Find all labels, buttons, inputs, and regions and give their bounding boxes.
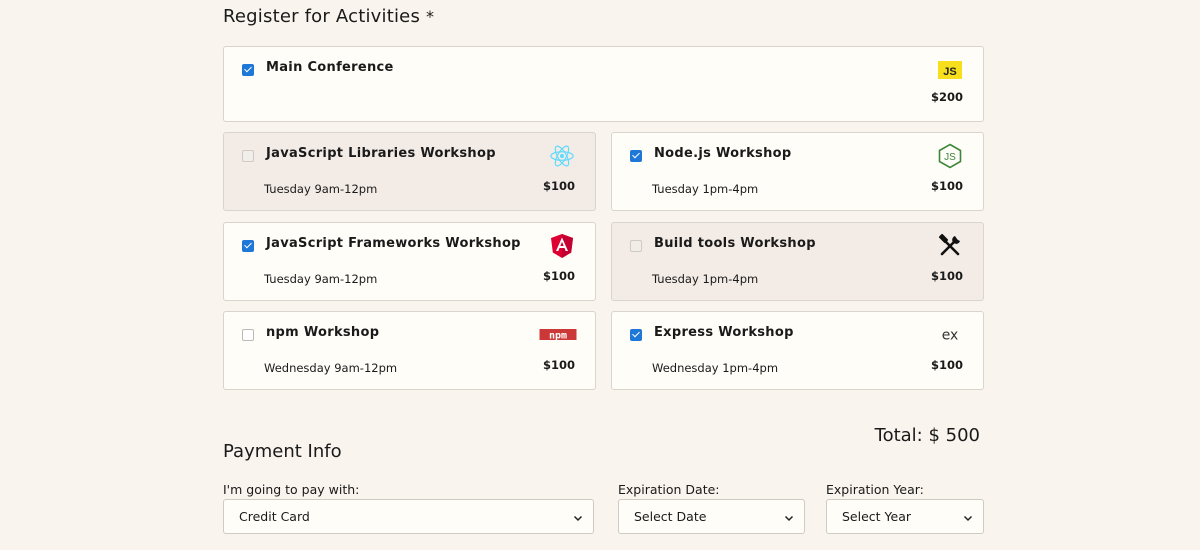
build-tools-price: $100 [930, 269, 963, 283]
exp-date-label: Expiration Date: [618, 482, 720, 497]
react-icon [549, 143, 575, 169]
exp-year-value: Select Year [842, 509, 912, 524]
tools-icon [937, 233, 963, 259]
nodejs-price: $100 [930, 179, 963, 193]
js-libraries-price: $100 [542, 179, 575, 193]
nodejs-checkbox[interactable] [630, 150, 642, 162]
activity-card-build-tools[interactable]: Build tools Workshop Tuesday 1pm-4pm $10… [611, 222, 984, 301]
activity-card-nodejs[interactable]: Node.js Workshop JS Tuesday 1pm-4pm $100 [611, 132, 984, 211]
npm-title: npm Workshop [266, 325, 380, 340]
express-checkbox[interactable] [630, 329, 642, 341]
express-price: $100 [930, 358, 963, 372]
npm-time: Wednesday 9am-12pm [264, 361, 398, 375]
js-frameworks-checkbox[interactable] [242, 240, 254, 252]
main-conference-title: Main Conference [266, 60, 394, 75]
activity-card-main-conference[interactable]: Main Conference JS $200 [223, 46, 984, 122]
svg-text:npm: npm [549, 331, 567, 342]
chevron-down-icon [963, 511, 973, 522]
angular-icon [549, 233, 575, 259]
build-tools-time: Tuesday 1pm-4pm [652, 272, 759, 286]
nodejs-time: Tuesday 1pm-4pm [652, 182, 759, 196]
express-time: Wednesday 1pm-4pm [652, 361, 779, 375]
exp-year-label: Expiration Year: [826, 482, 924, 497]
js-logo-icon: JS [937, 57, 963, 83]
total-cost: Total: $ 500 [874, 425, 980, 446]
payment-heading: Payment Info [223, 441, 342, 462]
js-libraries-checkbox[interactable] [242, 150, 254, 162]
payment-method-select[interactable]: Credit Card [223, 499, 594, 534]
js-frameworks-title: JavaScript Frameworks Workshop [266, 236, 521, 251]
activity-card-js-libraries[interactable]: JavaScript Libraries Workshop Tuesday 9a… [223, 132, 596, 211]
exp-year-select[interactable]: Select Year [826, 499, 984, 534]
activity-card-js-frameworks[interactable]: JavaScript Frameworks Workshop Tuesday 9… [223, 222, 596, 301]
js-libraries-title: JavaScript Libraries Workshop [266, 146, 496, 161]
activities-heading-text: Register for Activities [223, 6, 421, 27]
express-icon: ex [937, 322, 963, 348]
nodejs-title: Node.js Workshop [654, 146, 792, 161]
npm-icon: npm [539, 322, 577, 348]
chevron-down-icon [784, 511, 794, 522]
payment-method-value: Credit Card [239, 509, 310, 524]
exp-date-value: Select Date [634, 509, 707, 524]
required-mark: * [426, 7, 435, 26]
js-libraries-time: Tuesday 9am-12pm [264, 182, 378, 196]
main-conference-checkbox[interactable] [242, 64, 254, 76]
nodejs-icon: JS [937, 143, 963, 169]
main-conference-price: $200 [930, 90, 963, 104]
svg-text:JS: JS [944, 152, 956, 163]
build-tools-checkbox[interactable] [630, 240, 642, 252]
express-title: Express Workshop [654, 325, 794, 340]
build-tools-title: Build tools Workshop [654, 236, 816, 251]
exp-date-select[interactable]: Select Date [618, 499, 805, 534]
svg-text:JS: JS [943, 66, 956, 78]
chevron-down-icon [573, 511, 583, 522]
activity-card-npm[interactable]: npm Workshop npm Wednesday 9am-12pm $100 [223, 311, 596, 390]
activity-card-express[interactable]: Express Workshop ex Wednesday 1pm-4pm $1… [611, 311, 984, 390]
payment-method-label: I'm going to pay with: [223, 482, 360, 497]
js-frameworks-price: $100 [542, 269, 575, 283]
js-frameworks-time: Tuesday 9am-12pm [264, 272, 378, 286]
svg-text:ex: ex [942, 328, 959, 344]
activities-heading: Register for Activities * [223, 6, 434, 27]
npm-checkbox[interactable] [242, 329, 254, 341]
npm-price: $100 [542, 358, 575, 372]
